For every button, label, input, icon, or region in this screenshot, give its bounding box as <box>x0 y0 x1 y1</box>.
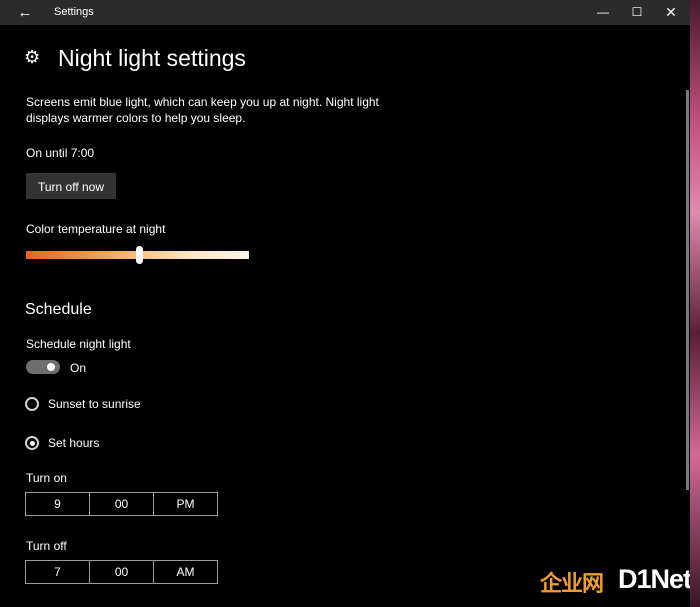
turn-on-period[interactable]: PM <box>154 493 217 515</box>
window-title: Settings <box>54 6 94 18</box>
watermark-cn: 企业网 <box>540 571 604 596</box>
back-button[interactable]: ← <box>10 0 40 25</box>
toggle-state-label: On <box>70 361 87 375</box>
radio-selected-dot <box>30 441 35 446</box>
turn-on-minute[interactable]: 00 <box>90 493 154 515</box>
set-hours-label[interactable]: Set hours <box>48 435 99 451</box>
sunset-to-sunrise-radio[interactable] <box>25 397 39 411</box>
turn-off-label: Turn off <box>26 539 67 553</box>
gear-icon: ⚙ <box>24 47 41 67</box>
slider-thumb[interactable] <box>136 246 144 264</box>
schedule-toggle[interactable] <box>26 360 60 374</box>
turn-on-label: Turn on <box>26 471 67 485</box>
description-text: Screens emit blue light, which can keep … <box>26 95 379 125</box>
watermark-logo: 企业网 D1Net <box>540 564 690 600</box>
maximize-button[interactable]: ☐ <box>620 0 654 25</box>
watermark-en: D1Net <box>618 564 690 594</box>
schedule-night-light-label: Schedule night light <box>26 337 131 351</box>
turn-off-time-picker[interactable]: 7 00 AM <box>25 560 218 584</box>
color-temperature-label: Color temperature at night <box>26 222 166 236</box>
settings-window: ← Settings — ☐ ✕ ⚙ Night light settings … <box>0 0 690 607</box>
desktop-wallpaper <box>690 0 700 607</box>
turn-on-time-picker[interactable]: 9 00 PM <box>25 492 218 516</box>
sunset-to-sunrise-label[interactable]: Sunset to sunrise <box>48 396 141 412</box>
turn-off-hour[interactable]: 7 <box>26 561 90 583</box>
schedule-heading: Schedule <box>25 301 92 318</box>
close-button[interactable]: ✕ <box>654 0 688 25</box>
turn-off-minute[interactable]: 00 <box>90 561 154 583</box>
turn-on-hour[interactable]: 9 <box>26 493 90 515</box>
turn-off-now-button[interactable]: Turn off now <box>26 173 116 199</box>
page-title: Night light settings <box>58 45 246 71</box>
scrollbar[interactable] <box>686 90 689 490</box>
set-hours-radio[interactable] <box>25 436 39 450</box>
status-text: On until 7:00 <box>26 146 95 160</box>
title-bar: ← Settings — ☐ ✕ <box>0 0 690 25</box>
toggle-knob <box>47 363 55 371</box>
minimize-button[interactable]: — <box>586 0 620 25</box>
turn-off-period[interactable]: AM <box>154 561 217 583</box>
